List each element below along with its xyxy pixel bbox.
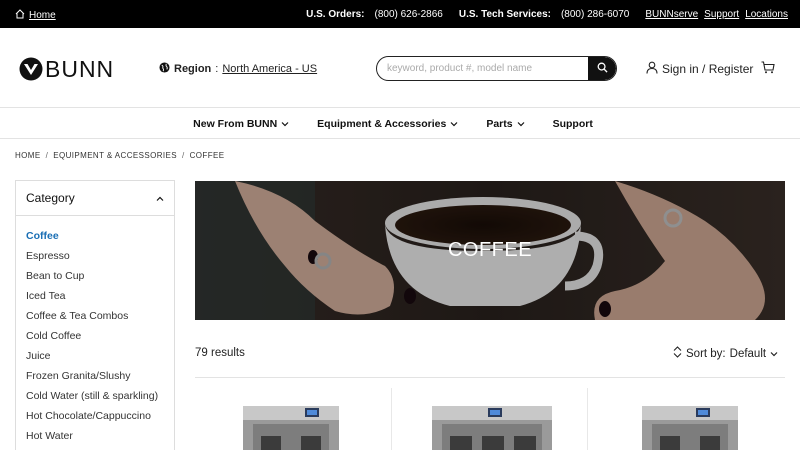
nav-item-label: Equipment & Accessories [317,117,447,130]
breadcrumb-equipment[interactable]: EQUIPMENT & ACCESSORIES [53,151,177,160]
utility-bar: Home U.S. Orders: (800) 626-2866 U.S. Te… [0,0,800,28]
sign-in-link[interactable]: Sign in / Register [646,61,753,77]
orders-phone[interactable]: (800) 626-2866 [374,9,442,20]
bunn-logo[interactable]: BUNN [19,57,114,81]
bunnserve-link[interactable]: BUNNserve [645,9,698,20]
region-label: Region [174,63,212,75]
category-item-frozen-granita-slushy[interactable]: Frozen Granita/Slushy [26,369,174,389]
chevron-down-icon [517,118,525,130]
search-input[interactable] [377,57,589,80]
sign-in-label: Sign in / Register [662,62,754,76]
home-link-label: Home [29,10,56,21]
coffee-brewer-image[interactable] [239,404,343,450]
contact-links: U.S. Orders: (800) 626-2866 U.S. Tech Se… [306,9,788,20]
chevron-down-icon [770,348,778,360]
region-selector[interactable]: Region: North America - US [159,62,317,76]
category-item-juice[interactable]: Juice [26,349,174,369]
chevron-up-icon [156,191,164,205]
chevron-down-icon [281,118,289,130]
breadcrumb-home[interactable]: HOME [15,151,41,160]
nav-item-label: Parts [486,117,513,130]
category-item-hot-water[interactable]: Hot Water [26,429,174,449]
category-banner: COFFEE [195,181,785,320]
user-icon [646,61,658,77]
search-bar [376,56,617,81]
product-card[interactable] [392,388,589,450]
orders-label: U.S. Orders: [306,9,365,20]
tech-services-phone[interactable]: (800) 286-6070 [561,9,629,20]
product-card[interactable] [588,388,785,450]
sort-label: Sort by: [686,347,726,360]
category-filter-header[interactable]: Category [16,181,174,216]
breadcrumb-current: COFFEE [189,151,225,160]
nav-item-label: New From BUNN [193,117,278,130]
category-item-cold-water-still-sparkling[interactable]: Cold Water (still & sparkling) [26,389,174,409]
breadcrumb-separator: / [181,151,185,160]
category-item-iced-tea[interactable]: Iced Tea [26,289,174,309]
category-list: Coffee Espresso Bean to Cup Iced Tea Coffee … [16,216,174,449]
tech-services-label: U.S. Tech Services: [458,9,551,20]
category-item-coffee[interactable]: Coffee [26,229,174,249]
breadcrumb: HOME / EQUIPMENT & ACCESSORIES / COFFEE [15,151,224,160]
nav-support[interactable]: Support [553,118,593,130]
cart-button[interactable] [761,61,775,79]
logo-wordmark: BUNN [45,55,115,82]
category-item-espresso[interactable]: Espresso [26,249,174,269]
sort-icon [673,346,682,361]
search-button[interactable] [588,57,616,80]
category-item-coffee-tea-combos[interactable]: Coffee & Tea Combos [26,309,174,329]
bunn-logo-mark [19,57,43,81]
locations-link[interactable]: Locations [745,9,788,20]
product-card[interactable] [195,388,392,450]
category-item-bean-to-cup[interactable]: Bean to Cup [26,269,174,289]
category-filter: Category Coffee Espresso Bean to Cup Iced T… [15,180,175,450]
home-link[interactable]: Home [15,9,56,22]
product-grid [195,388,785,450]
nav-item-label: Support [552,117,593,130]
results-divider [195,377,785,378]
globe-icon [159,62,170,76]
sort-dropdown[interactable]: Sort by: Default [673,346,778,361]
support-link[interactable]: Support [704,9,739,20]
home-icon [15,9,25,22]
nav-equipment-accessories[interactable]: Equipment & Accessories [317,118,458,130]
results-count: 79 results [195,347,245,359]
chevron-down-icon [450,118,458,130]
nav-new-from-bunn[interactable]: New From BUNN [193,118,289,130]
main-nav: New From BUNN Equipment & Accessories Pa… [0,109,800,139]
category-item-cold-coffee[interactable]: Cold Coffee [26,329,174,349]
coffee-brewer-image[interactable] [428,404,556,450]
coffee-brewer-image[interactable] [638,404,742,450]
region-value[interactable]: North America - US [222,63,317,75]
nav-parts[interactable]: Parts [486,117,525,130]
site-header: BUNN Region: North America - US Sign in … [0,28,800,108]
category-item-hot-chocolate-cappuccino[interactable]: Hot Chocolate/Cappuccino [26,409,174,429]
sort-value: Default [729,347,767,360]
breadcrumb-separator: / [45,151,49,160]
cart-icon [761,61,775,78]
search-icon [597,60,608,78]
category-filter-title: Category [26,191,75,205]
banner-title: COFFEE [447,239,533,261]
